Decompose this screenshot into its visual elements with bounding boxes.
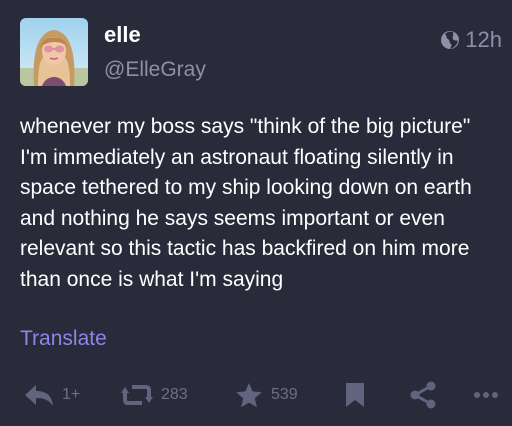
status-line: than once is what I'm saying [20,267,284,291]
favourite-count: 539 [271,386,298,403]
share-icon [408,381,438,409]
more-button[interactable] [473,380,499,410]
globe-icon [440,30,460,50]
status-card: elle @ElleGray 12h whenever my boss says… [0,0,512,426]
translate-link[interactable]: Translate [20,325,107,353]
reblog-count: 283 [161,386,188,403]
avatar[interactable] [20,18,88,86]
reblog-icon [121,382,153,408]
reblog-button[interactable]: 283 [121,380,188,410]
star-icon [235,382,263,409]
reply-count: 1+ [62,386,81,403]
bookmark-icon [345,382,365,408]
timestamp[interactable]: 12h [440,27,502,53]
reply-icon [24,383,54,407]
account-handle[interactable]: @ElleGray [104,57,206,83]
share-button[interactable] [408,380,438,410]
more-icon [473,391,499,399]
status-line: space tethered to my ship looking down o… [20,176,472,199]
avatar-image [20,18,88,86]
status-content: whenever my boss says "think of the big … [20,112,504,295]
status-line: and nothing he says seems important or e… [20,206,445,230]
reply-button[interactable]: 1+ [24,380,80,410]
relative-time: 12h [465,27,502,52]
bookmark-button[interactable] [345,380,365,410]
status-line: whenever my boss says "think of the big … [20,115,471,138]
display-name[interactable]: elle [104,22,141,48]
status-line: I'm immediately an astronaut floating si… [20,145,454,169]
favourite-button[interactable]: 539 [235,380,298,410]
status-line: relevant so this tactic has backfired on… [20,237,470,260]
